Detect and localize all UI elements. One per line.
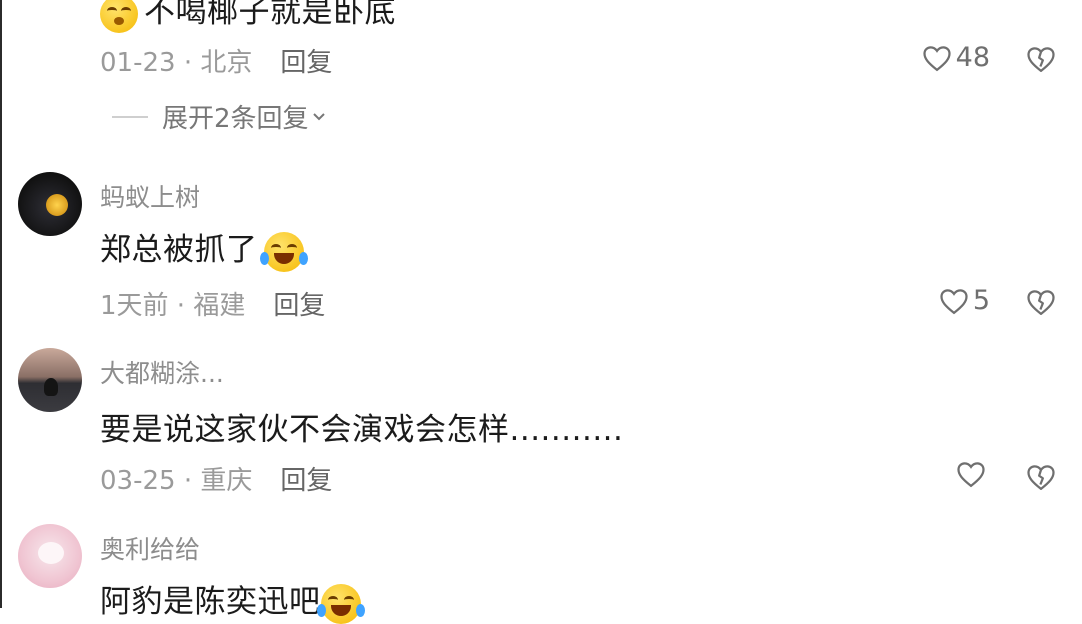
comment-date: 1天前 · 福建: [100, 291, 246, 321]
comment-text: 郑总被抓了: [100, 224, 308, 272]
username[interactable]: 蚂蚁上树: [100, 178, 200, 214]
reply-button[interactable]: 回复: [280, 466, 332, 496]
like-button[interactable]: 5: [939, 285, 990, 316]
like-button[interactable]: 48: [922, 42, 990, 73]
username[interactable]: 奥利给给: [100, 530, 200, 566]
comment-text: 阿豹是陈奕迅吧: [100, 576, 365, 624]
chevron-down-icon: [312, 112, 325, 120]
comment-meta: 01-23 · 北京 回复: [100, 42, 332, 79]
avatar[interactable]: [18, 348, 82, 412]
avatar[interactable]: [18, 524, 82, 588]
avatar-art: [44, 378, 58, 396]
like-button[interactable]: [956, 460, 990, 488]
comment-date: 03-25 · 重庆: [100, 466, 253, 496]
broken-heart-icon[interactable]: [1026, 287, 1056, 317]
comment-meta: 03-25 · 重庆 回复: [100, 460, 332, 497]
avatar-art: [38, 542, 64, 564]
broken-heart-icon[interactable]: [1026, 44, 1056, 74]
like-count: 5: [972, 285, 990, 316]
avatar-art: [46, 194, 68, 216]
shushing-emoji-icon: [100, 0, 138, 33]
divider: [112, 115, 148, 118]
reply-button[interactable]: 回复: [273, 291, 325, 321]
heart-outline-icon: [957, 462, 985, 488]
username[interactable]: 大都糊涂...: [100, 354, 224, 390]
laughing-crying-emoji-icon: [316, 583, 365, 624]
comment-text: 要是说这家伙不会演戏会怎样...........: [100, 412, 624, 448]
heart-outline-icon: [940, 288, 968, 314]
avatar[interactable]: [18, 172, 82, 236]
window-edge: [0, 0, 2, 608]
reply-button[interactable]: 回复: [280, 48, 332, 78]
expand-replies-button[interactable]: 展开2条回复: [112, 98, 329, 135]
comment-meta: 1天前 · 福建 回复: [100, 285, 325, 322]
expand-label: 展开2条回复: [162, 104, 309, 134]
heart-outline-icon: [923, 45, 951, 71]
comment-date: 01-23 · 北京: [100, 48, 253, 78]
like-count: 48: [955, 42, 990, 73]
laughing-crying-emoji-icon: [259, 231, 308, 272]
comment-text: 不喝椰子就是卧底: [100, 0, 396, 33]
broken-heart-icon[interactable]: [1026, 462, 1056, 492]
